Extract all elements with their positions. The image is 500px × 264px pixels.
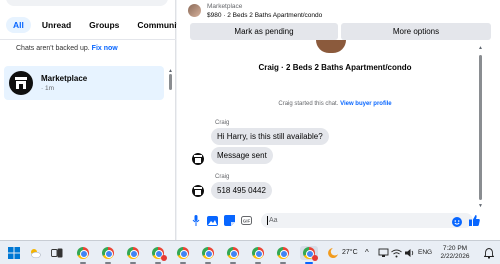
taskbar: 27°C ^ ENG 7:20 PM 2/22/2026: [0, 240, 500, 264]
microphone-icon[interactable]: [190, 215, 201, 226]
message-bubble[interactable]: Hi Harry, is this still available?: [211, 128, 329, 145]
chrome-icon[interactable]: [76, 246, 90, 264]
listing-thumbnail[interactable]: [188, 4, 201, 17]
chat-started-text: Craig started this chat.: [278, 101, 339, 107]
message-bubble[interactable]: Message sent: [211, 147, 273, 164]
conversation-name: Marketplace: [41, 74, 88, 83]
volume-icon[interactable]: [403, 246, 417, 260]
weather-widget-icon[interactable]: [28, 246, 42, 260]
message-bubble[interactable]: 518 495 0442: [211, 182, 272, 199]
show-hidden-icons-icon[interactable]: ^: [365, 248, 369, 257]
chrome-logo-icon: [277, 247, 289, 259]
chrome-logo-icon: [202, 247, 214, 259]
windows-start-icon[interactable]: [7, 246, 21, 260]
message-sender: Craig: [215, 120, 230, 126]
chrome-icon[interactable]: [101, 246, 115, 264]
scroll-up-icon[interactable]: ▲: [478, 45, 483, 51]
buyer-avatar: [316, 40, 346, 53]
mark-pending-button[interactable]: Mark as pending: [190, 23, 338, 40]
message-input-placeholder: Aa: [269, 217, 278, 224]
chrome-logo-icon: [252, 247, 264, 259]
filter-all[interactable]: All: [6, 17, 31, 33]
filter-groups[interactable]: Groups: [82, 17, 126, 33]
message-sender: Craig: [215, 174, 230, 180]
chrome-icon[interactable]: [226, 246, 240, 264]
text-caret: [267, 215, 268, 225]
divider: [0, 39, 176, 40]
sender-avatar: [192, 153, 204, 165]
listing-title: Craig · 2 Beds 2 Baths Apartment/condo: [258, 63, 412, 72]
language-indicator[interactable]: ENG: [418, 249, 432, 256]
gif-icon[interactable]: GIF: [241, 215, 252, 226]
chrome-icon-active[interactable]: [300, 246, 318, 264]
photo-icon[interactable]: [207, 215, 218, 226]
header-title: Marketplace: [207, 3, 243, 10]
marketplace-store-icon: [9, 71, 33, 95]
chrome-icon[interactable]: [251, 246, 265, 264]
message-input[interactable]: Aa: [261, 213, 473, 228]
fix-now-link[interactable]: Fix now: [92, 45, 118, 52]
clock-time: 7:20 PM: [442, 245, 468, 252]
filter-unread[interactable]: Unread: [35, 17, 78, 33]
chrome-logo-icon: [127, 247, 139, 259]
view-buyer-profile-link[interactable]: View buyer profile: [340, 101, 392, 107]
wifi-icon[interactable]: [389, 246, 403, 260]
scroll-down-icon[interactable]: ▼: [478, 203, 483, 209]
conversation-time: · 1m: [41, 85, 54, 92]
backup-notice-text: Chats aren't backed up.: [16, 45, 90, 52]
sticker-icon[interactable]: [224, 215, 235, 226]
task-view-icon[interactable]: [50, 246, 64, 260]
chrome-icon[interactable]: [151, 246, 167, 264]
header-subtitle[interactable]: $980 · 2 Beds 2 Baths Apartment/condo: [207, 12, 322, 19]
conversation-panel: Marketplace $980 · 2 Beds 2 Baths Apartm…: [177, 0, 500, 240]
chat-started-notice: Craig started this chat. View buyer prof…: [177, 101, 493, 107]
svg-text:GIF: GIF: [243, 219, 251, 224]
weather-icon[interactable]: [326, 246, 340, 260]
chrome-logo-icon: [177, 247, 189, 259]
chrome-logo-icon: [152, 247, 167, 261]
chat-list-panel: All Unread Groups Communities Chats aren…: [0, 0, 191, 240]
chrome-logo-icon: [303, 247, 318, 261]
chrome-icon[interactable]: [276, 246, 290, 264]
search-input[interactable]: [6, 0, 168, 6]
emoji-icon[interactable]: [451, 216, 462, 227]
clock[interactable]: 7:20 PM 2/22/2026: [435, 245, 475, 261]
network-icon[interactable]: [376, 246, 390, 260]
chrome-icon[interactable]: [176, 246, 190, 264]
thumbs-up-icon[interactable]: [469, 215, 480, 226]
notification-bell-icon[interactable]: [482, 246, 496, 260]
temperature[interactable]: 27°C: [342, 249, 358, 256]
left-scrollbar[interactable]: [169, 74, 172, 90]
backup-notice: Chats aren't backed up. Fix now: [16, 45, 118, 52]
more-options-button[interactable]: More options: [341, 23, 491, 40]
chrome-logo-icon: [227, 247, 239, 259]
conversation-marketplace[interactable]: Marketplace · 1m: [4, 66, 164, 100]
filter-bar: All Unread Groups Communities: [6, 17, 198, 33]
chrome-logo-icon: [77, 247, 89, 259]
chrome-logo-icon: [102, 247, 114, 259]
chrome-icon[interactable]: [201, 246, 215, 264]
sender-avatar: [192, 185, 204, 197]
conversation-scrollbar[interactable]: [479, 55, 482, 200]
clock-date: 2/22/2026: [440, 253, 470, 260]
chrome-icon[interactable]: [126, 246, 140, 264]
